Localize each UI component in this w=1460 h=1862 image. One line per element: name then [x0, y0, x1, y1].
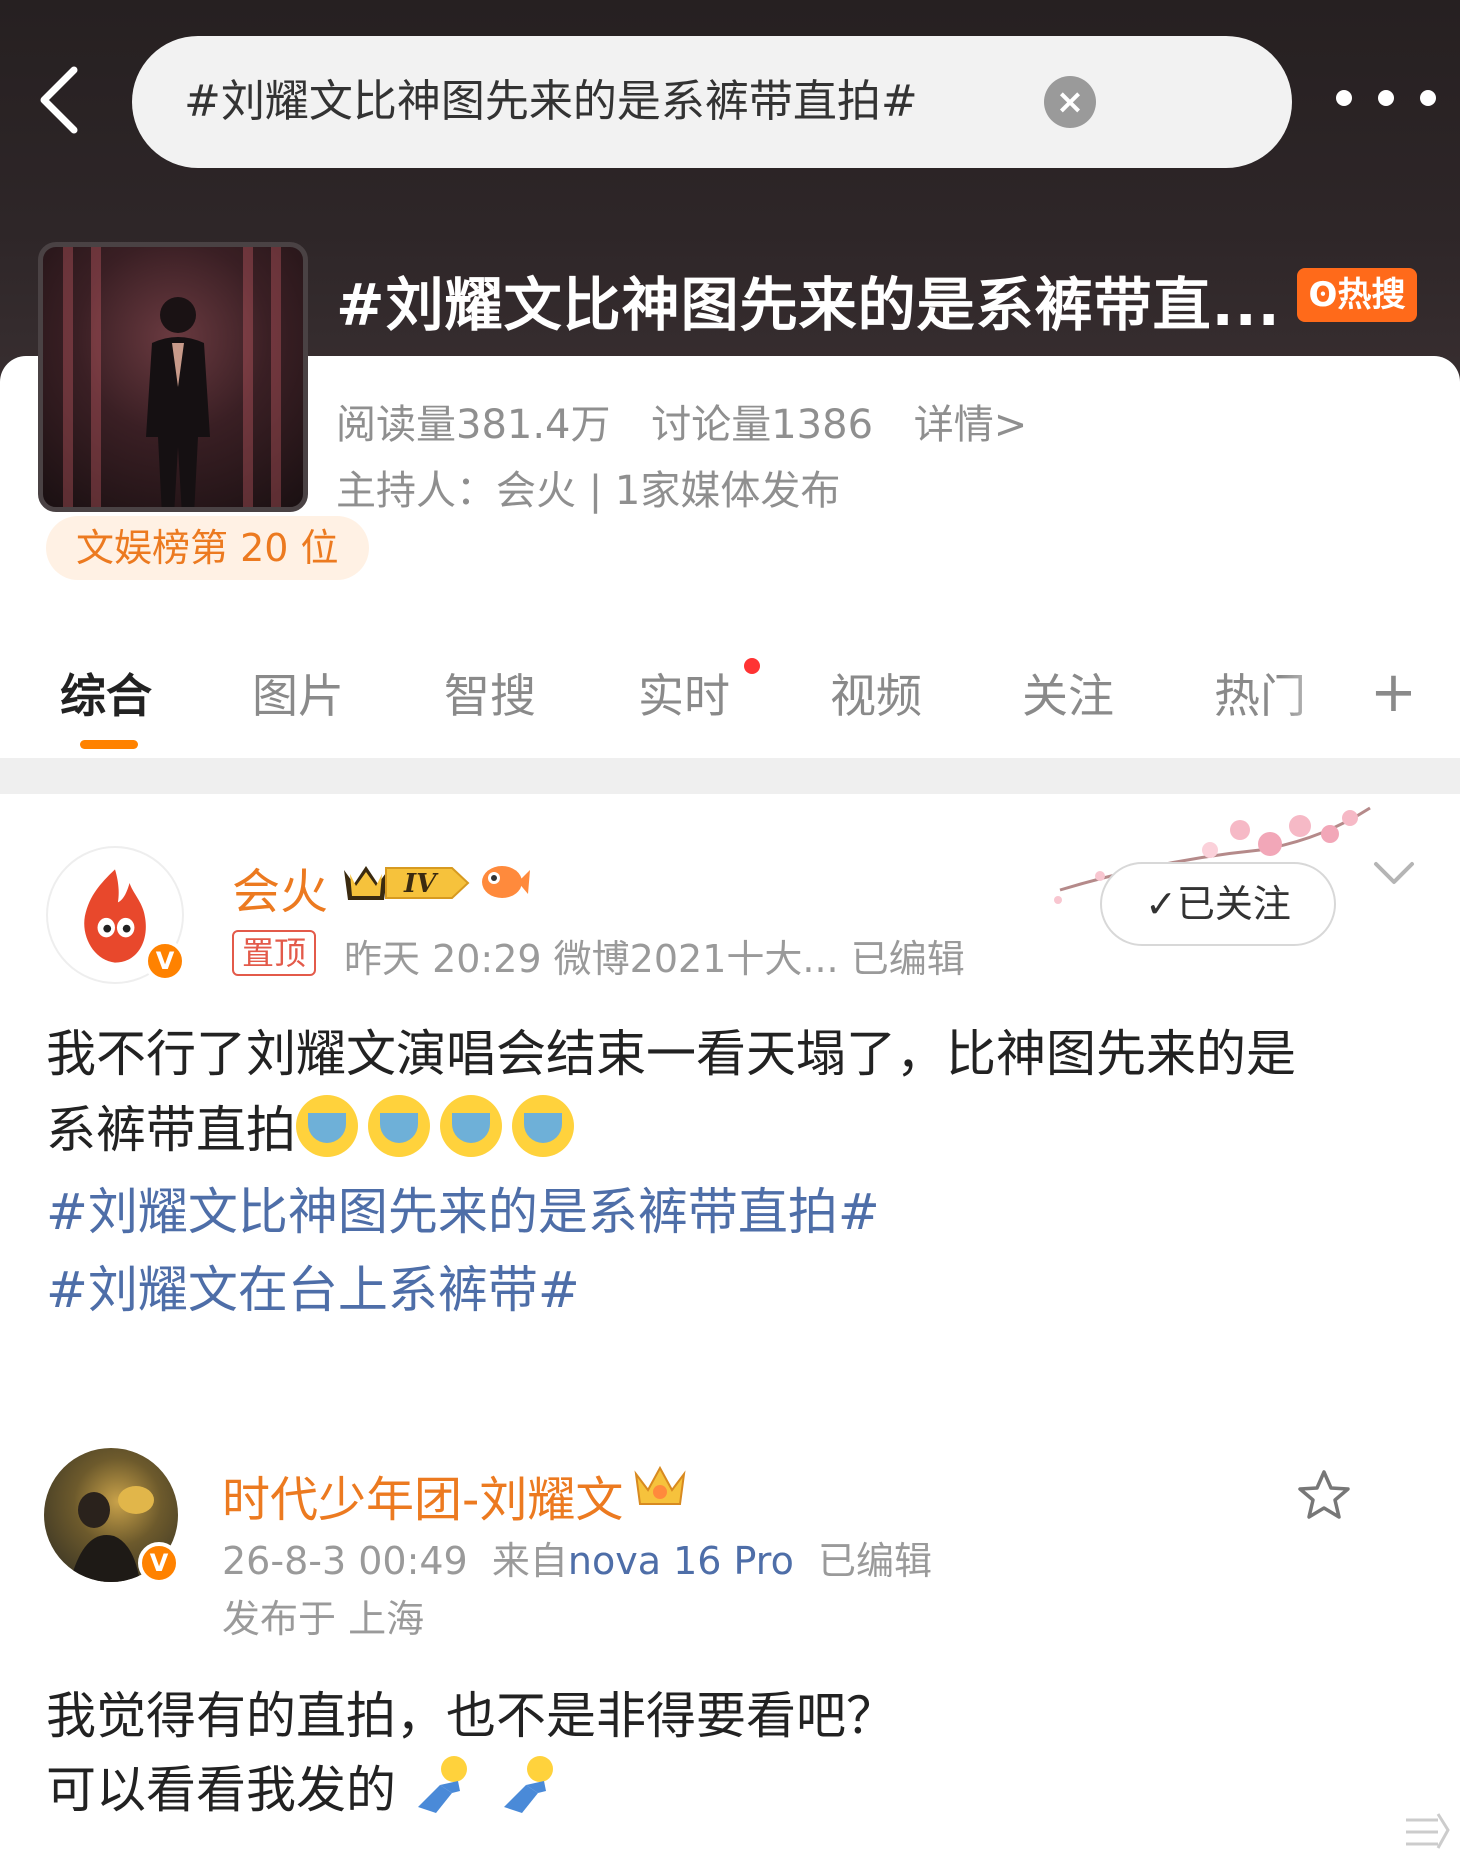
tab-following[interactable]: 关注 — [1022, 660, 1114, 726]
fish-badge-icon[interactable] — [478, 858, 530, 904]
doge-gesture-emoji-icon — [417, 1756, 467, 1813]
tab-general[interactable]: 综合 — [60, 660, 152, 726]
tab-bar: 综合 图片 智搜 实时 视频 关注 热门 — [0, 640, 1460, 760]
active-tab-indicator — [80, 740, 138, 749]
post-time: 26-8-3 00:49 — [222, 1539, 468, 1583]
source-prefix: 来自 — [491, 1539, 568, 1583]
add-tab-icon[interactable]: + — [1370, 660, 1417, 725]
post-text-line2: 可以看看我发的 — [46, 1761, 396, 1819]
crying-emoji-icon — [296, 1095, 358, 1157]
discussion-count: 讨论量1386 — [651, 402, 874, 448]
tab-video[interactable]: 视频 — [830, 660, 922, 726]
post-text-line1[interactable]: 我觉得有的直拍，也不是非得要看吧？ — [46, 1676, 896, 1748]
back-button[interactable] — [30, 60, 90, 140]
post-meta: 26-8-3 00:49 来自nova 16 Pro 已编辑 — [222, 1530, 932, 1585]
chevron-down-icon[interactable] — [1372, 860, 1416, 888]
clear-search-icon[interactable]: × — [1044, 76, 1096, 128]
hot-badge-label: 热搜 — [1337, 275, 1406, 315]
topic-title: #刘耀文比神图先来的是系裤带直... — [336, 271, 1281, 339]
tab-realtime[interactable]: 实时 — [638, 660, 730, 726]
search-input[interactable]: #刘耀文比神图先来的是系裤带直拍# × — [132, 36, 1292, 168]
star-favorite-icon[interactable] — [1294, 1466, 1354, 1526]
section-divider — [0, 758, 1460, 794]
topic-cover-image[interactable] — [38, 242, 308, 512]
post-text-line1: 我不行了刘耀文演唱会结束一看天塌了，比神图先来的是 — [46, 1025, 1296, 1083]
new-content-dot — [744, 658, 760, 674]
member-crown-icon[interactable] — [630, 1462, 690, 1510]
hashtag-link[interactable]: #刘耀文在台上系裤带# — [46, 1250, 580, 1322]
pinned-tag: 置顶 — [232, 930, 317, 976]
flame-icon: ʘ — [1308, 275, 1338, 315]
follow-button[interactable]: ✓已关注 — [1100, 862, 1336, 946]
post-body[interactable]: 我不行了刘耀文演唱会结束一看天塌了，比神图先来的是 系裤带直拍 — [46, 1016, 1416, 1168]
performer-figure — [146, 297, 210, 507]
details-link[interactable]: 详情> — [914, 402, 1028, 448]
post-location: 发布于 上海 — [222, 1597, 425, 1641]
topic-stats: 阅读量381.4万 讨论量1386 详情> — [336, 392, 1055, 450]
doge-gesture-emoji-icon — [503, 1756, 553, 1813]
tab-images[interactable]: 图片 — [252, 660, 344, 726]
edited-label: 已编辑 — [818, 1539, 933, 1583]
tab-smart-search[interactable]: 智搜 — [444, 660, 536, 726]
post-source-device[interactable]: nova 16 Pro — [568, 1539, 794, 1583]
hashtag-link[interactable]: #刘耀文比神图先来的是系裤带直拍# — [46, 1172, 880, 1244]
crying-emoji-icon — [368, 1095, 430, 1157]
rank-badge[interactable]: 文娱榜第 20 位 — [46, 516, 369, 580]
more-options-icon[interactable] — [1336, 80, 1436, 116]
crying-emoji-icon — [512, 1095, 574, 1157]
search-query-text: #刘耀文比神图先来的是系裤带直拍# — [184, 76, 918, 127]
tab-fade — [1280, 650, 1370, 730]
weibo-watermark-icon — [1406, 1813, 1450, 1849]
post-text-line2: 系裤带直拍 — [46, 1101, 296, 1159]
level-text: IV — [403, 869, 439, 899]
host-info[interactable]: 主持人：会火 | 1家媒体发布 — [336, 458, 840, 516]
crying-emoji-icon — [440, 1095, 502, 1157]
post-meta: 昨天 20:29 微博2021十大... 已编辑 — [344, 937, 965, 981]
post-body-line2[interactable]: 可以看看我发的 — [46, 1750, 568, 1822]
hot-search-badge[interactable]: ʘ热搜 — [1297, 268, 1417, 322]
member-crown-icon[interactable]: IV — [340, 858, 470, 908]
post-author-name[interactable]: 时代少年团-刘耀文 — [222, 1460, 623, 1530]
verified-badge: V — [144, 940, 186, 982]
verified-badge: V — [138, 1542, 180, 1584]
post-author-name[interactable]: 会火 — [232, 852, 328, 922]
read-count: 阅读量381.4万 — [336, 402, 611, 448]
chevron-left-icon — [40, 66, 78, 134]
